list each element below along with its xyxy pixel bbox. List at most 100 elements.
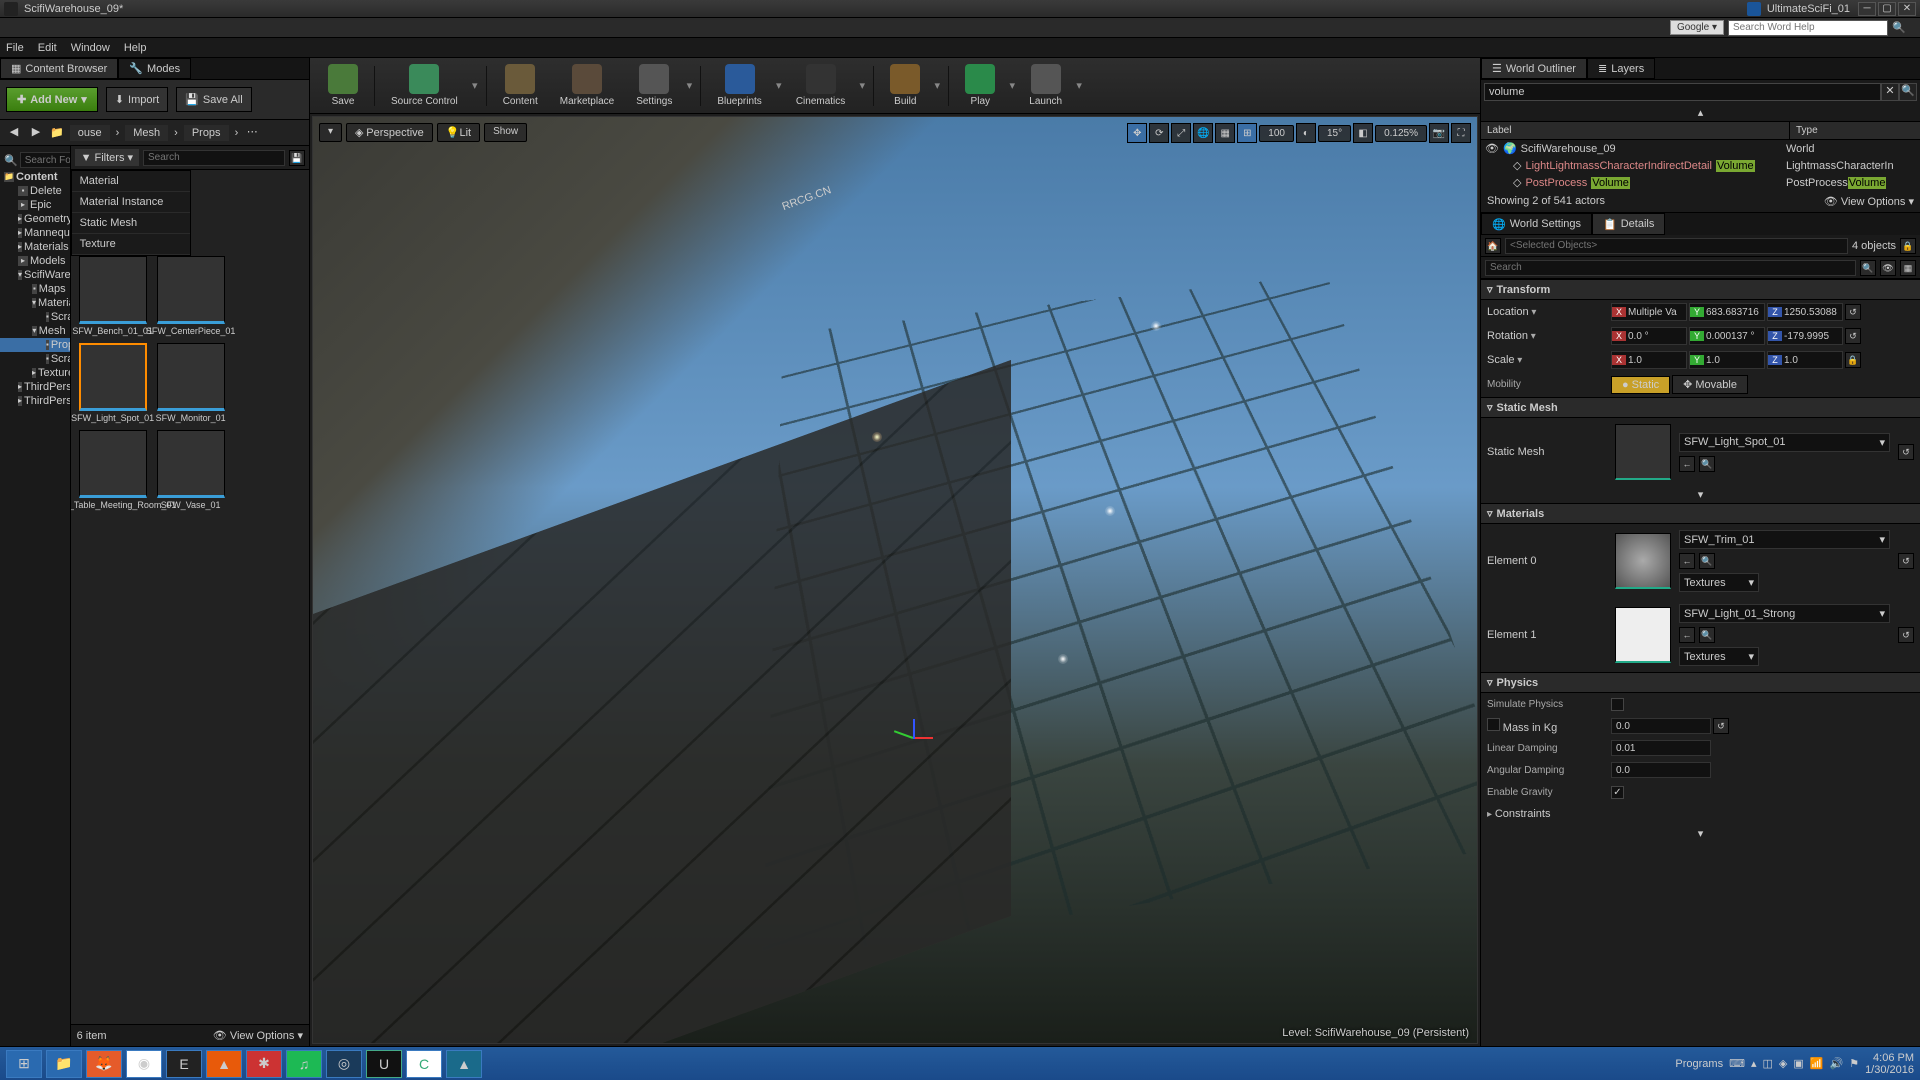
tray-icon[interactable]: ◫ xyxy=(1763,1057,1773,1070)
static-mesh-combo[interactable]: SFW_Light_Spot_01▾ xyxy=(1679,433,1890,452)
location-reset-button[interactable]: ↺ xyxy=(1845,304,1861,320)
details-matrix-button[interactable]: ▦ xyxy=(1900,260,1916,276)
mat1-reset-button[interactable]: ↺ xyxy=(1898,627,1914,643)
outliner-view-options[interactable]: 👁 View Options ▾ xyxy=(1824,195,1914,208)
asset-monitor[interactable]: SFW_Monitor_01 xyxy=(155,343,227,424)
outliner-row-lightmass[interactable]: ◇LightLightmassCharacterIndirectDetailVo… xyxy=(1481,157,1920,174)
save-all-button[interactable]: 💾Save All xyxy=(176,87,251,112)
menu-window[interactable]: Window xyxy=(71,42,110,54)
asset-light-spot[interactable]: SFW_Light_Spot_01 xyxy=(77,343,149,424)
tab-details[interactable]: 📋Details xyxy=(1592,213,1665,235)
selected-objects-input[interactable] xyxy=(1505,238,1848,254)
crumb-mesh[interactable]: Mesh xyxy=(125,125,168,141)
programs-label[interactable]: Programs xyxy=(1675,1058,1723,1070)
angle-snap-button[interactable]: ◐ xyxy=(1296,123,1316,143)
toolbar-cinematics-drop[interactable]: ▾ xyxy=(857,79,867,92)
tree-mannequin[interactable]: ▸Mannequin xyxy=(0,226,70,240)
toolbar-source-control-drop[interactable]: ▾ xyxy=(470,79,480,92)
details-search-input[interactable] xyxy=(1485,260,1856,276)
scale-lock-button[interactable]: 🔒 xyxy=(1845,352,1861,368)
linear-damping-input[interactable] xyxy=(1611,740,1711,756)
outliner-col-type[interactable]: Type xyxy=(1790,122,1920,139)
asset-vase[interactable]: SFW_Vase_01 xyxy=(155,430,227,511)
expand-collapse-icon[interactable]: ▴ xyxy=(1481,104,1920,121)
category-static-mesh[interactable]: ▿ Static Mesh xyxy=(1481,397,1920,418)
outliner-search-clear[interactable]: ✕ xyxy=(1881,83,1899,101)
details-lock-button[interactable]: 🔒 xyxy=(1900,238,1916,254)
filter-material-instance[interactable]: Material Instance xyxy=(72,192,190,213)
tab-world-settings[interactable]: 🌐World Settings xyxy=(1481,213,1592,235)
epic-icon[interactable]: E xyxy=(166,1050,202,1078)
category-transform[interactable]: ▿ Transform xyxy=(1481,279,1920,300)
maximize-button[interactable]: ▢ xyxy=(1878,2,1896,16)
menu-edit[interactable]: Edit xyxy=(38,42,57,54)
assets-save-search-button[interactable]: 💾 xyxy=(289,150,305,166)
location-z-input[interactable] xyxy=(1782,304,1842,320)
outliner-col-label[interactable]: Label xyxy=(1481,122,1790,139)
tree-scifi[interactable]: ▾ScifiWarehouse xyxy=(0,268,70,282)
category-materials[interactable]: ▿ Materials xyxy=(1481,503,1920,524)
details-eye-button[interactable]: 👁 xyxy=(1880,260,1896,276)
tray-icon[interactable]: ◈ xyxy=(1779,1057,1787,1070)
toolbar-blueprints-drop[interactable]: ▾ xyxy=(774,79,784,92)
assets-search-input[interactable] xyxy=(143,150,285,166)
material-0-thumb[interactable] xyxy=(1615,533,1671,589)
tree-thirdperson[interactable]: ▸ThirdPerson xyxy=(0,380,70,394)
mat0-use-button[interactable]: ← xyxy=(1679,553,1695,569)
minimize-button[interactable]: ─ xyxy=(1858,2,1876,16)
app-icon[interactable]: ✱ xyxy=(246,1050,282,1078)
material-1-thumb[interactable] xyxy=(1615,607,1671,663)
filters-button[interactable]: ▼Filters▾ xyxy=(75,149,139,166)
google-search-button[interactable]: 🔍 xyxy=(1892,21,1914,34)
angle-snap-value[interactable]: 15° xyxy=(1318,125,1351,142)
toolbar-launch-drop[interactable]: ▾ xyxy=(1074,79,1084,92)
rotation-x-input[interactable] xyxy=(1626,328,1686,344)
rotation-reset-button[interactable]: ↺ xyxy=(1845,328,1861,344)
mass-reset-button[interactable]: ↺ xyxy=(1713,718,1729,734)
scale-snap-value[interactable]: 0.125% xyxy=(1375,125,1427,142)
mat1-browse-button[interactable]: 🔍 xyxy=(1699,627,1715,643)
tab-world-outliner[interactable]: ☰World Outliner xyxy=(1481,58,1587,79)
tree-props[interactable]: ▪Props xyxy=(0,338,70,352)
start-button[interactable]: ⊞ xyxy=(6,1050,42,1078)
toolbar-settings-drop[interactable]: ▾ xyxy=(684,79,694,92)
asset-bench[interactable]: SFW_Bench_01_01 xyxy=(77,256,149,337)
scale-snap-button[interactable]: ◧ xyxy=(1353,123,1373,143)
camtasia-icon[interactable]: C xyxy=(406,1050,442,1078)
tab-modes[interactable]: 🔧Modes xyxy=(118,58,191,79)
static-mesh-thumb[interactable] xyxy=(1615,424,1671,480)
scale-x-input[interactable] xyxy=(1626,352,1686,368)
tree-mesh[interactable]: ▾Mesh xyxy=(0,324,70,338)
maya-icon[interactable]: ▲ xyxy=(446,1050,482,1078)
rotation-y-input[interactable] xyxy=(1704,328,1764,344)
steam-icon[interactable]: ◎ xyxy=(326,1050,362,1078)
grid-snap-button[interactable]: ⊞ xyxy=(1237,123,1257,143)
toolbar-cinematics[interactable]: Cinematics xyxy=(786,62,855,109)
crumb-more-button[interactable]: ⋯ xyxy=(244,125,260,141)
mass-override-checkbox[interactable] xyxy=(1487,718,1500,731)
keyboard-icon[interactable]: ⌨ xyxy=(1729,1057,1745,1070)
toolbar-source-control[interactable]: Source Control xyxy=(381,62,468,109)
tray-up-icon[interactable]: ▴ xyxy=(1751,1057,1757,1070)
network-icon[interactable]: 📶 xyxy=(1810,1057,1824,1070)
sm-reset-button[interactable]: ↺ xyxy=(1898,444,1914,460)
explorer-icon[interactable]: 📁 xyxy=(46,1050,82,1078)
menu-help[interactable]: Help xyxy=(124,42,147,54)
transform-gizmo[interactable] xyxy=(895,719,935,759)
toolbar-save[interactable]: Save xyxy=(318,62,368,109)
sm-expand-icon[interactable]: ▾ xyxy=(1481,486,1920,503)
close-button[interactable]: ✕ xyxy=(1898,2,1916,16)
toolbar-play[interactable]: Play xyxy=(955,62,1005,109)
tree-geometry[interactable]: ▸Geometry xyxy=(0,212,70,226)
outliner-row-world[interactable]: 👁🌍ScifiWarehouse_09 World xyxy=(1481,140,1920,157)
google-menu-button[interactable]: Google ▾ xyxy=(1670,20,1724,35)
asset-centerpiece[interactable]: SFW_CenterPiece_01 xyxy=(155,256,227,337)
tree-content[interactable]: 📁Content xyxy=(0,170,70,184)
asset-table[interactable]: SFW_Table_Meeting_Room_01 xyxy=(77,430,149,511)
nav-back-button[interactable]: ◀ xyxy=(6,125,22,141)
mobility-movable-button[interactable]: ✥Movable xyxy=(1672,375,1748,394)
toolbar-launch[interactable]: Launch xyxy=(1019,62,1072,109)
outliner-search-input[interactable] xyxy=(1484,83,1881,101)
surface-snap-button[interactable]: ▦ xyxy=(1215,123,1235,143)
angular-damping-input[interactable] xyxy=(1611,762,1711,778)
